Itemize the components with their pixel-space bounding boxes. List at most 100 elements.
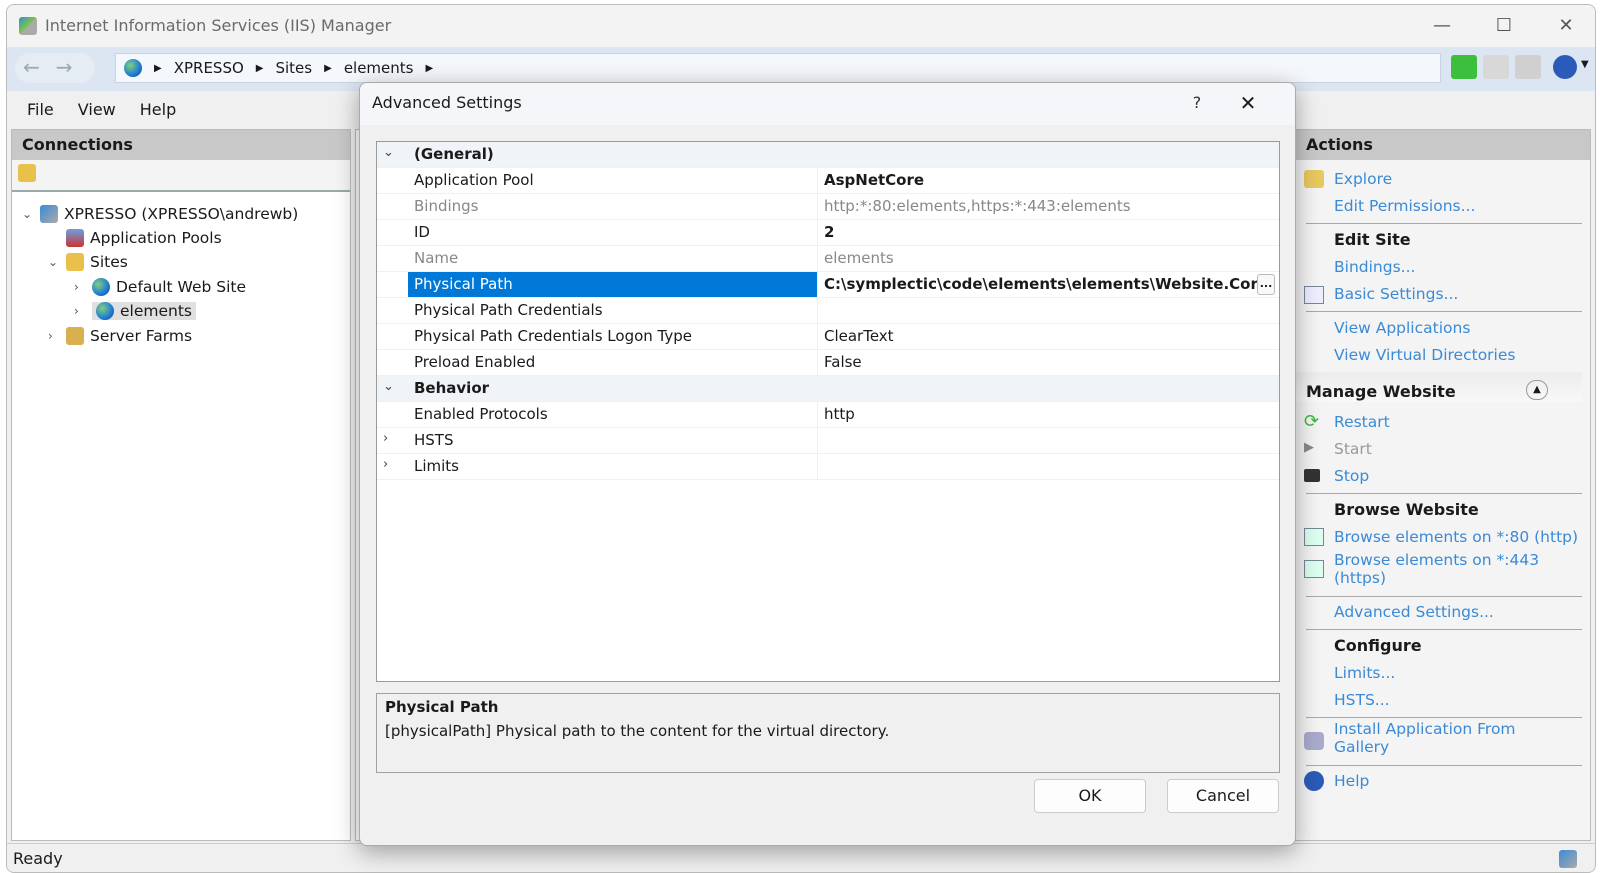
action-view-virtual-directories[interactable]: View Virtual Directories (1334, 346, 1515, 364)
action-limits[interactable]: Limits... (1334, 664, 1395, 682)
stop-icon[interactable] (1483, 55, 1509, 79)
maximize-button[interactable]: ☐ (1481, 11, 1527, 41)
property-value[interactable]: ClearText (817, 324, 1279, 349)
action-bindings[interactable]: Bindings... (1334, 258, 1415, 276)
expand-toggle[interactable]: ⌄ (48, 255, 60, 269)
property-name: Application Pool (414, 171, 534, 189)
back-button[interactable]: ← (23, 55, 56, 79)
tree-item-server-farms[interactable]: › Server Farms (48, 324, 192, 348)
property-value[interactable]: http (817, 402, 1279, 427)
action-browse-http[interactable]: Browse elements on *:80 (http) (1334, 528, 1578, 546)
property-name: Preload Enabled (414, 353, 536, 371)
property-row[interactable]: Application Pool AspNetCore (377, 168, 1279, 194)
property-row[interactable]: Enabled Protocols http (377, 402, 1279, 428)
property-name: Limits (414, 457, 459, 475)
expand-toggle[interactable]: ⌄ (22, 207, 34, 221)
breadcrumb-sites[interactable]: Sites (275, 59, 312, 77)
property-name: Physical Path Credentials (414, 301, 603, 319)
tree-item-sites[interactable]: ⌄ Sites (48, 250, 128, 274)
property-row-hsts[interactable]: › HSTS (377, 428, 1279, 454)
action-advanced-settings[interactable]: Advanced Settings... (1334, 603, 1494, 621)
dialog-close-button[interactable]: ✕ (1226, 87, 1270, 119)
expand-toggle[interactable]: › (74, 304, 86, 318)
server-icon (40, 205, 58, 223)
breadcrumb-xpresso[interactable]: XPRESSO (174, 59, 244, 77)
nav-buttons: ←→ (15, 53, 95, 83)
description-panel: Physical Path [physicalPath] Physical pa… (376, 693, 1280, 773)
tree-label: Sites (90, 253, 128, 271)
action-install-from-gallery[interactable]: Install Application From Gallery (1334, 720, 1516, 756)
breadcrumb-elements[interactable]: elements (344, 59, 414, 77)
property-value: elements (817, 246, 1279, 271)
property-row[interactable]: ID 2 (377, 220, 1279, 246)
property-row[interactable]: Physical Path Credentials (377, 298, 1279, 324)
collapse-chevron-icon[interactable]: ▲ (1526, 380, 1548, 400)
help-icon[interactable] (1553, 55, 1577, 79)
globe-icon (92, 278, 110, 296)
menu-file[interactable]: File (27, 100, 54, 119)
property-value[interactable]: False (817, 350, 1279, 375)
tree-label: elements (120, 302, 192, 320)
refresh-icon[interactable] (1451, 55, 1477, 79)
action-start: Start (1334, 440, 1372, 458)
help-dropdown-icon[interactable]: ▼ (1581, 59, 1589, 70)
property-value[interactable]: AspNetCore (817, 168, 1279, 193)
action-explore[interactable]: Explore (1334, 170, 1392, 188)
property-row[interactable]: Preload Enabled False (377, 350, 1279, 376)
tree-item-server[interactable]: ⌄ XPRESSO (XPRESSO\andrewb) (22, 202, 298, 226)
start-icon: ▶ (1304, 440, 1314, 455)
expand-toggle[interactable]: › (74, 280, 86, 294)
property-name: HSTS (414, 431, 454, 449)
breadcrumb-arrow-icon[interactable]: ▶ (425, 63, 433, 74)
tree-label: Default Web Site (116, 278, 247, 296)
dialog-help-button[interactable]: ? (1182, 89, 1212, 117)
property-value[interactable] (817, 298, 1279, 323)
tree-item-default-web-site[interactable]: › Default Web Site (74, 275, 246, 299)
property-row-selected[interactable]: Physical Path C:\symplectic\code\elements… (377, 272, 1279, 298)
tree-item-application-pools[interactable]: Application Pools (48, 226, 222, 250)
tree-item-elements[interactable]: › elements (74, 299, 196, 323)
category-behavior[interactable]: ⌄ Behavior (377, 376, 1279, 402)
action-basic-settings[interactable]: Basic Settings... (1334, 285, 1458, 303)
menu-help[interactable]: Help (140, 100, 176, 119)
property-row[interactable]: Bindings http:*:80:elements,https:*:443:e… (377, 194, 1279, 220)
action-stop[interactable]: Stop (1334, 467, 1369, 485)
property-row[interactable]: Physical Path Credentials Logon Type Clea… (377, 324, 1279, 350)
menu-view[interactable]: View (78, 100, 116, 119)
help-icon (1304, 771, 1324, 791)
category-general[interactable]: ⌄ (General) (377, 142, 1279, 168)
tree-label: Server Farms (90, 327, 193, 345)
expand-icon[interactable]: › (383, 431, 403, 446)
browse-ellipsis-button[interactable]: ... (1257, 274, 1275, 295)
action-restart[interactable]: Restart (1334, 413, 1390, 431)
link-line: Browse elements on *:443 (1334, 551, 1540, 569)
dialog-title: Advanced Settings (372, 93, 522, 112)
minimize-button[interactable]: — (1419, 11, 1465, 41)
cancel-button[interactable]: Cancel (1167, 779, 1279, 813)
physical-path-value[interactable]: C:\symplectic\code\elements\elements\Web… (824, 275, 1268, 293)
property-value[interactable]: 2 (817, 220, 1279, 245)
collapse-icon[interactable]: ⌄ (383, 379, 403, 394)
expand-toggle[interactable]: › (48, 329, 60, 343)
action-help[interactable]: Help (1334, 772, 1369, 790)
basic-settings-icon (1304, 286, 1324, 304)
expand-icon[interactable]: › (383, 457, 403, 472)
home-icon[interactable] (1515, 55, 1541, 79)
action-view-applications[interactable]: View Applications (1334, 319, 1470, 337)
forward-button[interactable]: → (56, 55, 89, 79)
close-button[interactable]: ✕ (1543, 11, 1589, 41)
action-hsts[interactable]: HSTS... (1334, 691, 1390, 709)
collapse-icon[interactable]: ⌄ (383, 145, 403, 160)
property-value[interactable]: C:\symplectic\code\elements\elements\Web… (817, 272, 1279, 297)
ok-button[interactable]: OK (1034, 779, 1146, 813)
action-edit-permissions[interactable]: Edit Permissions... (1334, 197, 1475, 215)
property-value (817, 428, 1279, 453)
breadcrumb-arrow-icon: ▶ (324, 62, 332, 74)
manage-website-heading: Manage Website (1306, 382, 1456, 401)
connect-icon[interactable] (18, 164, 36, 182)
property-name: Bindings (414, 197, 479, 215)
property-row-limits[interactable]: › Limits (377, 454, 1279, 480)
action-browse-https[interactable]: Browse elements on *:443 (https) (1334, 551, 1539, 587)
address-bar[interactable]: ▶ XPRESSO ▶ Sites ▶ elements ▶ (115, 53, 1441, 83)
property-row[interactable]: Name elements (377, 246, 1279, 272)
